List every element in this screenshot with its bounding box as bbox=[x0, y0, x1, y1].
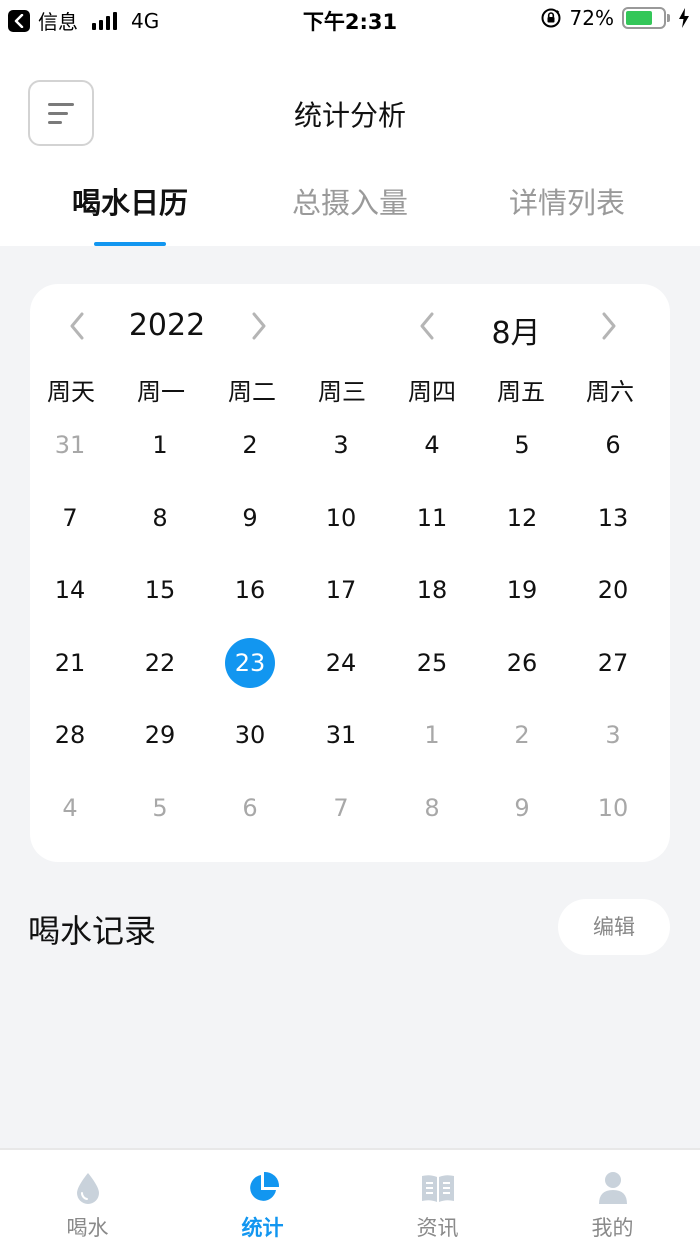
calendar-day[interactable]: 2 bbox=[225, 420, 275, 470]
rotation-lock-icon bbox=[541, 8, 561, 28]
calendar-day[interactable]: 7 bbox=[316, 783, 366, 833]
calendar-day[interactable]: 25 bbox=[407, 638, 457, 688]
next-year-button[interactable] bbox=[244, 310, 274, 342]
page-title: 统计分析 bbox=[293, 99, 406, 132]
calendar-day[interactable]: 20 bbox=[588, 565, 638, 615]
weekday-label: 周四 bbox=[408, 378, 456, 406]
calendar-day[interactable]: 18 bbox=[407, 565, 457, 615]
calendar-day[interactable]: 4 bbox=[407, 420, 457, 470]
status-bar: 信息 4G 下午2:31 72% bbox=[0, 0, 700, 40]
calendar-day[interactable]: 6 bbox=[225, 783, 275, 833]
weekday-label: 周五 bbox=[497, 378, 545, 406]
calendar-day[interactable]: 10 bbox=[316, 493, 366, 543]
calendar-day[interactable]: 17 bbox=[316, 565, 366, 615]
status-right: 72% bbox=[540, 6, 690, 30]
calendar-day[interactable]: 5 bbox=[135, 783, 185, 833]
nav-item-profile[interactable]: 我的 bbox=[525, 1150, 700, 1244]
calendar-day[interactable]: 8 bbox=[407, 783, 457, 833]
bottom-nav: 喝水 统计 资讯 我的 bbox=[0, 1148, 700, 1244]
chevron-left-icon bbox=[420, 312, 434, 340]
chevron-right-icon bbox=[602, 312, 616, 340]
weekday-header: 周天 周一 周二 周三 周四 周五 周六 bbox=[30, 372, 670, 406]
calendar-day[interactable]: 5 bbox=[497, 420, 547, 470]
calendar-day[interactable]: 9 bbox=[497, 783, 547, 833]
calendar-day[interactable]: 19 bbox=[497, 565, 547, 615]
calendar-day[interactable]: 26 bbox=[497, 638, 547, 688]
pie-chart-icon bbox=[250, 1171, 280, 1201]
calendar-day[interactable]: 24 bbox=[316, 638, 366, 688]
calendar-day-selected[interactable]: 23 bbox=[225, 637, 275, 688]
calendar-day[interactable]: 11 bbox=[407, 493, 457, 543]
nav-label: 喝水 bbox=[66, 1216, 109, 1240]
calendar-day[interactable]: 15 bbox=[135, 565, 185, 615]
calendar-day[interactable]: 27 bbox=[588, 638, 638, 688]
nav-item-drink[interactable]: 喝水 bbox=[0, 1150, 175, 1244]
weekday-label: 周天 bbox=[47, 378, 95, 406]
weekday-label: 周六 bbox=[586, 378, 634, 406]
calendar-day[interactable]: 13 bbox=[588, 493, 638, 543]
calendar-day[interactable]: 31 bbox=[45, 420, 95, 470]
calendar-day[interactable]: 29 bbox=[135, 710, 185, 760]
battery-fill bbox=[626, 11, 652, 25]
calendar-day[interactable]: 4 bbox=[45, 783, 95, 833]
calendar-day[interactable]: 1 bbox=[135, 420, 185, 470]
calendar-day[interactable]: 28 bbox=[45, 710, 95, 760]
weekday-label: 周三 bbox=[318, 378, 366, 406]
water-drop-icon bbox=[77, 1173, 99, 1204]
calendar-day[interactable]: 3 bbox=[588, 710, 638, 760]
calendar-day[interactable]: 6 bbox=[588, 420, 638, 470]
header: 统计分析 喝水日历 总摄入量 详情列表 bbox=[0, 40, 700, 246]
tab-detail-list[interactable]: 详情列表 bbox=[457, 180, 677, 222]
calendar-day[interactable]: 30 bbox=[225, 710, 275, 760]
calendar-day[interactable]: 3 bbox=[316, 420, 366, 470]
calendar-day[interactable]: 16 bbox=[225, 565, 275, 615]
calendar-day[interactable]: 1 bbox=[407, 710, 457, 760]
charging-icon bbox=[679, 8, 689, 28]
calendar-day[interactable]: 12 bbox=[497, 493, 547, 543]
tab-indicator bbox=[94, 242, 166, 246]
calendar-day[interactable]: 21 bbox=[45, 638, 95, 688]
battery-icon bbox=[622, 7, 670, 29]
tab-bar: 喝水日历 总摄入量 详情列表 bbox=[0, 180, 700, 246]
weekday-label: 周二 bbox=[228, 378, 276, 406]
nav-item-news[interactable]: 资讯 bbox=[350, 1150, 525, 1244]
nav-label: 资讯 bbox=[416, 1216, 459, 1240]
calendar-day[interactable]: 2 bbox=[497, 710, 547, 760]
book-icon bbox=[422, 1175, 454, 1202]
prev-month-button[interactable] bbox=[412, 310, 442, 342]
user-icon bbox=[599, 1172, 627, 1204]
calendar-day[interactable]: 14 bbox=[45, 565, 95, 615]
chevron-left-icon bbox=[70, 312, 84, 340]
month-label: 8月 bbox=[491, 316, 541, 351]
calendar-card: 2022 8月 周天 周一 周二 周三 周四 周五 周六 31 1 2 3 4 5 6 7 8 9… bbox=[30, 284, 670, 862]
battery-percent: 72% bbox=[569, 6, 614, 30]
calendar-day[interactable]: 7 bbox=[45, 493, 95, 543]
nav-label: 我的 bbox=[591, 1216, 634, 1240]
calendar-day[interactable]: 31 bbox=[316, 710, 366, 760]
calendar-day[interactable]: 9 bbox=[225, 493, 275, 543]
nav-item-stats[interactable]: 统计 bbox=[175, 1150, 350, 1244]
records-title: 喝水记录 bbox=[28, 912, 157, 950]
tab-total-intake[interactable]: 总摄入量 bbox=[240, 180, 460, 222]
calendar-day[interactable]: 10 bbox=[588, 783, 638, 833]
weekday-label: 周一 bbox=[137, 378, 185, 406]
nav-label: 统计 bbox=[241, 1216, 284, 1240]
calendar-day[interactable]: 22 bbox=[135, 638, 185, 688]
year-label: 2022 bbox=[128, 308, 206, 343]
prev-year-button[interactable] bbox=[62, 310, 92, 342]
chevron-right-icon bbox=[252, 312, 266, 340]
tab-drink-calendar[interactable]: 喝水日历 bbox=[20, 180, 240, 222]
edit-button[interactable]: 编辑 bbox=[558, 899, 670, 955]
next-month-button[interactable] bbox=[594, 310, 624, 342]
calendar-day[interactable]: 8 bbox=[135, 493, 185, 543]
